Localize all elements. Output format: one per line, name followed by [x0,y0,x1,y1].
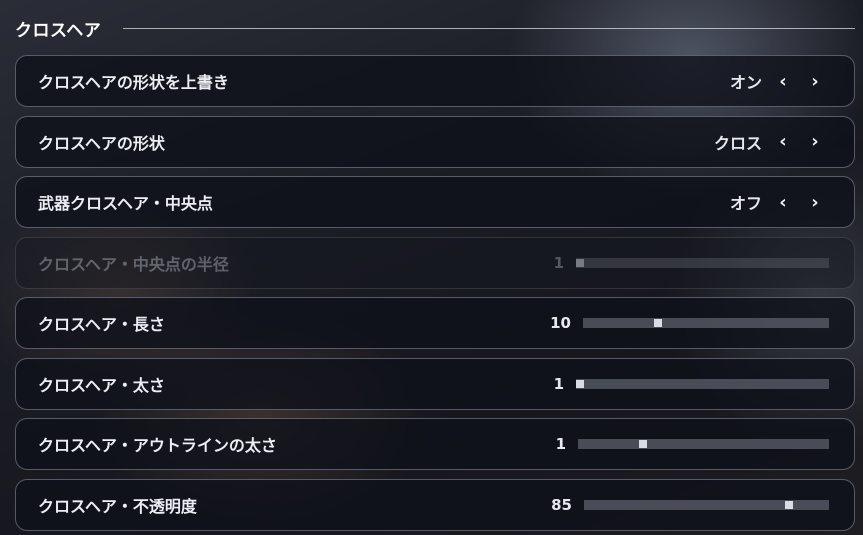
setting-row-shape[interactable]: クロスヘアの形状 クロス ‹ › [15,115,855,168]
slider-track[interactable] [578,439,829,449]
slider: 10 [531,314,829,332]
toggle-value: クロス [713,133,762,153]
chevron-right-icon[interactable]: › [804,70,826,92]
section-title: クロスヘア [15,20,102,41]
setting-label: クロスヘア・中央点の半径 [38,254,229,274]
slider-thumb[interactable] [576,379,584,388]
slider: 1 [524,254,829,272]
slider: 1 [526,435,829,453]
setting-label: クロスヘアの形状 [38,133,165,153]
slider-value: 10 [550,314,571,332]
slider-value: 1 [555,435,566,453]
slider-thumb[interactable] [785,500,793,509]
setting-label: 武器クロスヘア・中央点 [38,194,213,213]
setting-row-thickness[interactable]: クロスヘア・太さ 1 [15,357,855,410]
setting-label: クロスヘア・長さ [38,315,165,334]
setting-row-outline-thickness[interactable]: クロスヘア・アウトラインの太さ 1 [15,418,855,470]
slider-value: 1 [553,374,564,393]
setting-label: クロスヘア・アウトラインの太さ [38,436,277,455]
chevron-right-icon[interactable]: › [804,191,826,213]
setting-label: クロスヘアの形状を上書き [38,73,229,92]
toggle-selector: クロス ‹ › [714,130,826,154]
slider: 85 [532,496,829,514]
slider-track[interactable] [583,318,829,328]
slider-value: 85 [551,495,572,514]
chevron-left-icon[interactable]: ‹ [772,191,794,213]
setting-label: クロスヘア・太さ [38,375,165,395]
setting-row-opacity[interactable]: クロスヘア・不透明度 85 [15,478,855,531]
slider-track[interactable] [576,378,829,389]
toggle-value: オフ [729,194,762,213]
section-divider [123,27,855,29]
slider-thumb[interactable] [639,440,647,448]
setting-row-center-dot-radius: クロスヘア・中央点の半径 1 [15,236,855,289]
setting-label: クロスヘア・不透明度 [38,496,197,516]
slider-value: 1 [553,253,564,272]
slider-track [576,257,829,268]
toggle-selector: オフ ‹ › [730,190,826,214]
slider: 1 [524,375,829,393]
slider-thumb[interactable] [654,319,662,327]
toggle-value: オン [729,73,762,92]
slider-thumb [576,258,584,267]
setting-row-length[interactable]: クロスヘア・長さ 10 [15,297,855,349]
setting-row-center-dot[interactable]: 武器クロスヘア・中央点 オフ ‹ › [15,176,855,228]
chevron-left-icon[interactable]: ‹ [772,70,794,92]
setting-row-override-shape[interactable]: クロスヘアの形状を上書き オン ‹ › [15,55,855,107]
toggle-selector: オン ‹ › [730,69,826,93]
slider-track[interactable] [584,499,829,510]
chevron-right-icon[interactable]: › [804,131,826,153]
settings-list: クロスヘアの形状を上書き オン ‹ › クロスヘアの形状 クロス ‹ › 武器ク… [15,55,855,535]
chevron-left-icon[interactable]: ‹ [772,131,794,153]
section-header: クロスヘア [15,14,855,42]
